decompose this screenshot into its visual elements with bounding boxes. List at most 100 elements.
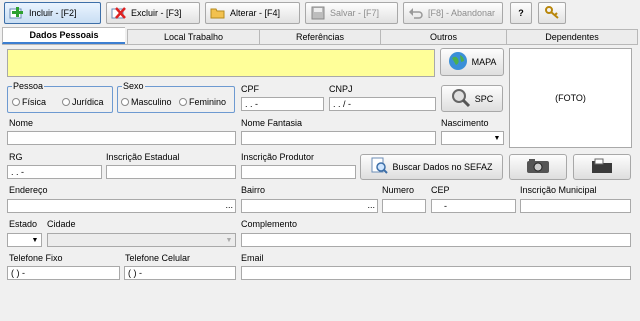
- numero-label: Numero: [382, 185, 415, 195]
- mapa-label: MAPA: [471, 57, 497, 67]
- nome-fantasia-input[interactable]: [241, 131, 436, 145]
- globe-icon: [448, 51, 468, 73]
- tab-referencias-label: Referências: [295, 32, 345, 42]
- add-icon: [9, 6, 25, 20]
- numero-input[interactable]: [382, 199, 426, 213]
- endereco-input[interactable]: ...: [7, 199, 236, 213]
- pessoa-juridica-radio[interactable]: Jurídica: [62, 97, 104, 107]
- tab-local-trabalho-label: Local Trabalho: [163, 32, 224, 42]
- inscricao-municipal-label: Inscrição Municipal: [520, 185, 597, 195]
- email-input[interactable]: [241, 266, 631, 280]
- salvar-button[interactable]: Salvar - [F7]: [305, 2, 398, 24]
- email-label: Email: [241, 253, 264, 263]
- camera-button[interactable]: [509, 154, 567, 180]
- tab-referencias[interactable]: Referências: [259, 29, 380, 44]
- sefaz-label: Buscar Dados no SEFAZ: [392, 162, 493, 172]
- tab-local-trabalho[interactable]: Local Trabalho: [127, 29, 259, 44]
- spc-label: SPC: [474, 93, 494, 104]
- folder-button[interactable]: [573, 154, 631, 180]
- tab-dados-pessoais-label: Dados Pessoais: [29, 30, 99, 40]
- inscricao-estadual-input[interactable]: [106, 165, 236, 179]
- complemento-input[interactable]: [241, 233, 631, 247]
- cnpj-label: CNPJ: [329, 84, 353, 94]
- sexo-masculino-radio[interactable]: Masculino: [121, 97, 172, 107]
- nascimento-label: Nascimento: [441, 118, 489, 128]
- radio-circle: [121, 98, 129, 106]
- sefaz-button[interactable]: Buscar Dados no SEFAZ: [360, 154, 503, 180]
- cep-label: CEP: [431, 185, 450, 195]
- lookup-ellipsis[interactable]: ...: [367, 200, 375, 211]
- incluir-button[interactable]: Incluir - [F2]: [4, 2, 101, 24]
- search-document-icon: [370, 157, 389, 177]
- delete-icon: [111, 6, 127, 20]
- spc-button[interactable]: SPC: [441, 85, 503, 112]
- inscricao-produtor-label: Inscrição Produtor: [241, 152, 315, 162]
- photo-frame[interactable]: (FOTO): [509, 48, 632, 148]
- foto-label: (FOTO): [555, 93, 586, 103]
- pessoa-juridica-label: Jurídica: [72, 97, 104, 107]
- radio-circle: [12, 98, 20, 106]
- alterar-button[interactable]: Alterar - [F4]: [205, 2, 300, 24]
- radio-circle: [62, 98, 70, 106]
- keys-icon: [544, 5, 560, 21]
- telefone-fixo-label: Telefone Fixo: [9, 253, 63, 263]
- sexo-feminino-label: Feminino: [189, 97, 227, 107]
- tab-dados-pessoais[interactable]: Dados Pessoais: [2, 27, 125, 44]
- chevron-down-icon[interactable]: ▼: [223, 234, 235, 246]
- cpf-input[interactable]: . . -: [241, 97, 324, 111]
- highlight-field[interactable]: [7, 49, 435, 77]
- abandonar-label: [F8] - Abandonar: [428, 8, 496, 18]
- folder-edit-icon: [210, 6, 226, 20]
- cpf-label: CPF: [241, 84, 259, 94]
- telefone-fixo-input[interactable]: ( ) -: [7, 266, 120, 280]
- inscricao-municipal-input[interactable]: [520, 199, 631, 213]
- estado-select[interactable]: ▼: [7, 233, 42, 247]
- sexo-feminino-radio[interactable]: Feminino: [179, 97, 226, 107]
- undo-icon: [408, 6, 424, 20]
- bairro-input[interactable]: ...: [241, 199, 378, 213]
- pessoa-fisica-radio[interactable]: Física: [12, 97, 46, 107]
- rg-input[interactable]: . . -: [7, 165, 102, 179]
- bairro-label: Bairro: [241, 185, 266, 195]
- sexo-masculino-label: Masculino: [131, 97, 172, 107]
- nome-input[interactable]: [7, 131, 236, 145]
- sexo-title: Sexo: [122, 81, 145, 91]
- mapa-button[interactable]: MAPA: [440, 48, 504, 76]
- tab-dependentes[interactable]: Dependentes: [506, 29, 638, 44]
- salvar-label: Salvar - [F7]: [330, 8, 380, 18]
- alterar-label: Alterar - [F4]: [230, 8, 281, 18]
- cnpj-input[interactable]: . . / -: [329, 97, 436, 111]
- inscricao-estadual-label: Inscrição Estadual: [106, 152, 180, 162]
- complemento-label: Complemento: [241, 219, 298, 229]
- cep-input[interactable]: -: [431, 199, 516, 213]
- nome-fantasia-label: Nome Fantasia: [241, 118, 303, 128]
- telefone-celular-label: Telefone Celular: [125, 253, 191, 263]
- estado-label: Estado: [9, 219, 38, 229]
- help-button[interactable]: ?: [510, 2, 532, 24]
- cidade-select[interactable]: ▼: [47, 233, 236, 247]
- telefone-celular-input[interactable]: ( ) -: [124, 266, 236, 280]
- tab-outros-label: Outros: [429, 32, 457, 42]
- cidade-label: Cidade: [47, 219, 76, 229]
- incluir-label: Incluir - [F2]: [29, 8, 77, 18]
- help-label: ?: [518, 8, 524, 18]
- pessoa-title: Pessoa: [12, 81, 45, 91]
- lookup-ellipsis[interactable]: ...: [225, 200, 233, 211]
- keys-button[interactable]: [538, 2, 566, 24]
- folder-icon: [591, 158, 613, 176]
- magnifier-icon: [451, 88, 471, 110]
- nome-label: Nome: [9, 118, 34, 128]
- nascimento-input[interactable]: ▼: [441, 131, 504, 145]
- endereco-label: Endereço: [9, 185, 48, 195]
- pessoa-fisica-label: Física: [22, 97, 47, 107]
- rg-label: RG: [9, 152, 23, 162]
- save-icon: [310, 6, 326, 20]
- excluir-label: Excluir - [F3]: [131, 8, 182, 18]
- chevron-down-icon[interactable]: ▼: [491, 132, 503, 144]
- abandonar-button[interactable]: [F8] - Abandonar: [403, 2, 503, 24]
- inscricao-produtor-input[interactable]: [241, 165, 356, 179]
- tab-outros[interactable]: Outros: [380, 29, 506, 44]
- chevron-down-icon[interactable]: ▼: [29, 234, 41, 246]
- camera-icon: [526, 158, 550, 176]
- excluir-button[interactable]: Excluir - [F3]: [106, 2, 200, 24]
